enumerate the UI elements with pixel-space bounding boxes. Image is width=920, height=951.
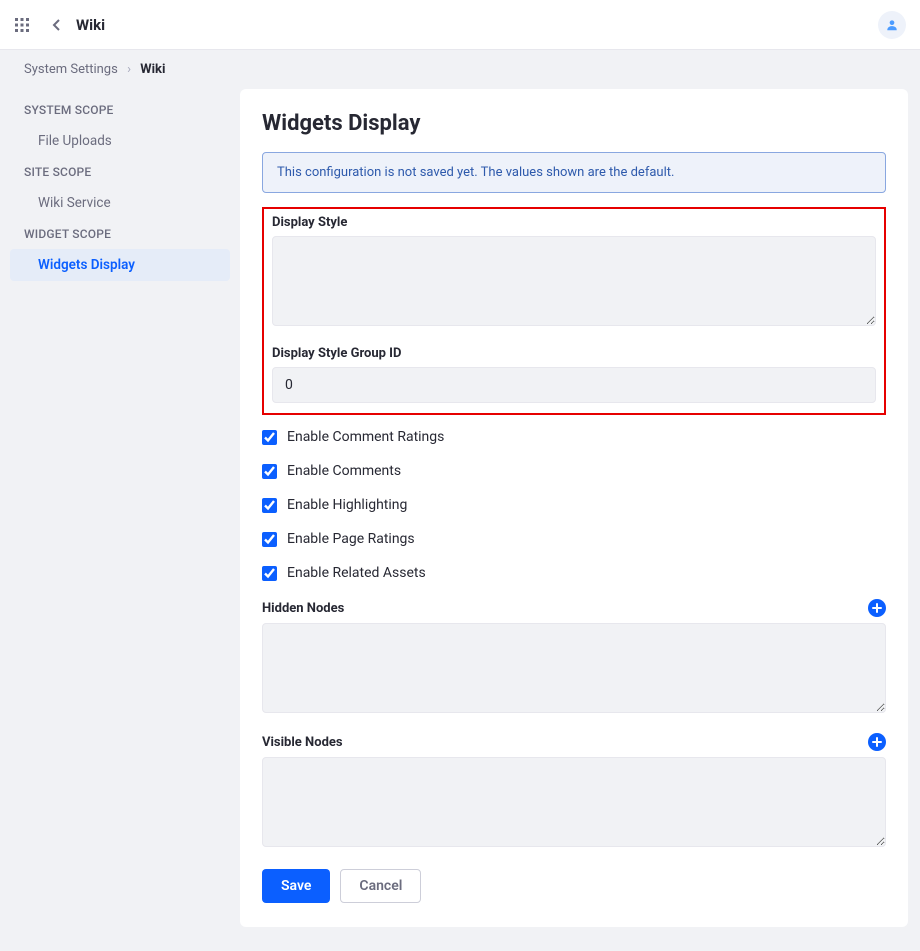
- plus-icon: [872, 737, 882, 747]
- apps-grid-icon[interactable]: [14, 17, 30, 33]
- form-group-display-style: Display Style: [272, 215, 876, 330]
- enable-comments-label: Enable Comments: [287, 463, 401, 479]
- enable-comments-checkbox[interactable]: [262, 464, 277, 479]
- enable-highlighting-label: Enable Highlighting: [287, 497, 407, 513]
- back-chevron-icon[interactable]: [48, 16, 66, 34]
- scope-header-site: SITE SCOPE: [10, 157, 230, 187]
- scope-header-widget: WIDGET SCOPE: [10, 219, 230, 249]
- sidebar: SYSTEM SCOPE File Uploads SITE SCOPE Wik…: [0, 89, 240, 301]
- checkbox-row-enable-related-assets: Enable Related Assets: [262, 565, 886, 581]
- highlight-box: Display Style Display Style Group ID: [262, 207, 886, 415]
- form-group-hidden-nodes: Hidden Nodes: [262, 599, 886, 717]
- enable-related-assets-label: Enable Related Assets: [287, 565, 426, 581]
- save-button[interactable]: Save: [262, 869, 330, 903]
- display-style-label: Display Style: [272, 215, 876, 230]
- hidden-nodes-add-button[interactable]: [868, 599, 886, 617]
- visible-nodes-input[interactable]: [262, 757, 886, 847]
- enable-comment-ratings-checkbox[interactable]: [262, 430, 277, 445]
- hidden-nodes-label: Hidden Nodes: [262, 601, 344, 616]
- display-style-group-id-label: Display Style Group ID: [272, 346, 876, 361]
- enable-page-ratings-label: Enable Page Ratings: [287, 531, 415, 547]
- sidebar-item-wiki-service[interactable]: Wiki Service: [10, 187, 230, 219]
- checkbox-row-enable-highlighting: Enable Highlighting: [262, 497, 886, 513]
- visible-nodes-add-button[interactable]: [868, 733, 886, 751]
- chevron-right-icon: ›: [127, 62, 131, 77]
- form-group-display-style-group-id: Display Style Group ID: [272, 346, 876, 403]
- breadcrumb-current: Wiki: [140, 62, 165, 77]
- button-row: Save Cancel: [262, 869, 886, 903]
- breadcrumb: System Settings › Wiki: [0, 50, 920, 89]
- topbar-title: Wiki: [76, 16, 105, 34]
- user-icon: [885, 18, 899, 32]
- settings-card: Widgets Display This configuration is no…: [240, 89, 908, 927]
- form-group-visible-nodes: Visible Nodes: [262, 733, 886, 851]
- main-content: Widgets Display This configuration is no…: [240, 89, 920, 951]
- info-alert: This configuration is not saved yet. The…: [262, 152, 886, 193]
- enable-related-assets-checkbox[interactable]: [262, 566, 277, 581]
- display-style-input[interactable]: [272, 236, 876, 326]
- page-title: Widgets Display: [262, 111, 886, 136]
- sidebar-item-widgets-display[interactable]: Widgets Display: [10, 249, 230, 281]
- hidden-nodes-input[interactable]: [262, 623, 886, 713]
- scope-header-system: SYSTEM SCOPE: [10, 95, 230, 125]
- sidebar-item-file-uploads[interactable]: File Uploads: [10, 125, 230, 157]
- display-style-group-id-input[interactable]: [272, 367, 876, 403]
- plus-icon: [872, 603, 882, 613]
- enable-highlighting-checkbox[interactable]: [262, 498, 277, 513]
- cancel-button[interactable]: Cancel: [340, 869, 421, 903]
- topbar: Wiki: [0, 0, 920, 50]
- enable-comment-ratings-label: Enable Comment Ratings: [287, 429, 444, 445]
- checkbox-row-enable-comments: Enable Comments: [262, 463, 886, 479]
- enable-page-ratings-checkbox[interactable]: [262, 532, 277, 547]
- checkbox-row-enable-comment-ratings: Enable Comment Ratings: [262, 429, 886, 445]
- visible-nodes-label: Visible Nodes: [262, 735, 343, 750]
- user-avatar[interactable]: [878, 11, 906, 39]
- breadcrumb-parent[interactable]: System Settings: [24, 62, 118, 77]
- checkbox-row-enable-page-ratings: Enable Page Ratings: [262, 531, 886, 547]
